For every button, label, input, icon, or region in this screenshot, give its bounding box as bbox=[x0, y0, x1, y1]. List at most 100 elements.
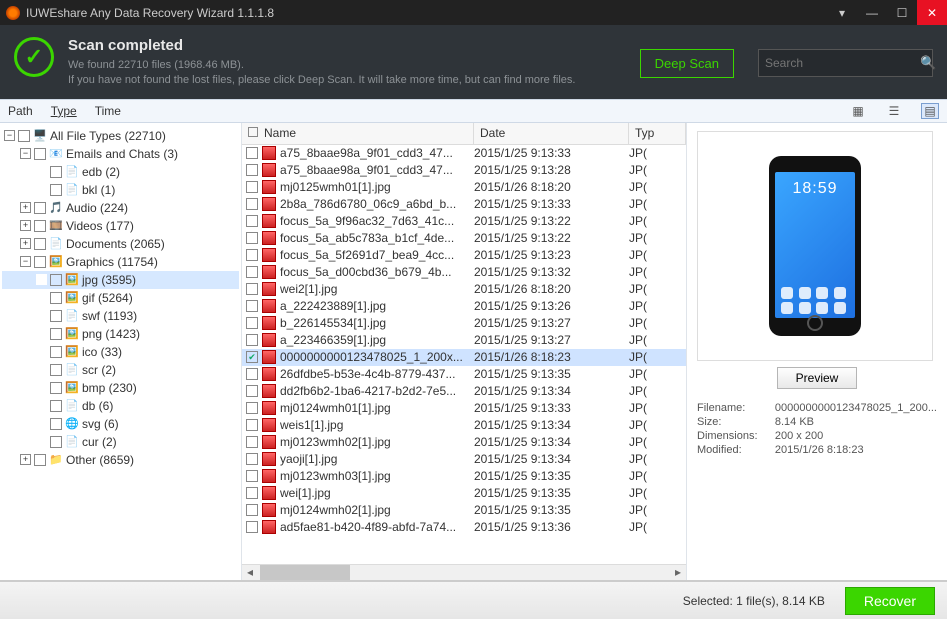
row-checkbox[interactable] bbox=[246, 215, 258, 227]
row-checkbox[interactable] bbox=[246, 198, 258, 210]
row-checkbox[interactable]: ✔ bbox=[246, 351, 258, 363]
file-row[interactable]: weis1[1].jpg2015/1/25 9:13:34JP( bbox=[242, 417, 686, 434]
file-icon bbox=[262, 418, 276, 432]
file-row[interactable]: yaoji[1].jpg2015/1/25 9:13:34JP( bbox=[242, 451, 686, 468]
row-checkbox[interactable] bbox=[246, 402, 258, 414]
folder-tree[interactable]: −🖥️All File Types (22710) −📧Emails and C… bbox=[0, 123, 242, 580]
file-type: JP( bbox=[629, 384, 686, 398]
tree-ico[interactable]: 🖼️ico (33) bbox=[2, 343, 239, 361]
sort-type[interactable]: Type bbox=[51, 104, 77, 118]
row-checkbox[interactable] bbox=[246, 334, 258, 346]
deep-scan-button[interactable]: Deep Scan bbox=[640, 49, 734, 78]
file-row[interactable]: 26dfdbe5-b53e-4c4b-8779-437...2015/1/25 … bbox=[242, 366, 686, 383]
file-row[interactable]: mj0123wmh03[1].jpg2015/1/25 9:13:35JP( bbox=[242, 468, 686, 485]
selected-text: Selected: 1 file(s), 8.14 KB bbox=[683, 594, 825, 608]
file-row[interactable]: 2b8a_786d6780_06c9_a6bd_b...2015/1/25 9:… bbox=[242, 196, 686, 213]
col-type[interactable]: Typ bbox=[629, 123, 686, 144]
recover-button[interactable]: Recover bbox=[845, 587, 935, 615]
file-row[interactable]: dd2fb6b2-1ba6-4217-b2d2-7e5...2015/1/25 … bbox=[242, 383, 686, 400]
file-date: 2015/1/25 9:13:35 bbox=[474, 503, 629, 517]
file-row[interactable]: wei2[1].jpg2015/1/26 8:18:20JP( bbox=[242, 281, 686, 298]
tree-graphics[interactable]: −🖼️Graphics (11754) bbox=[2, 253, 239, 271]
row-checkbox[interactable] bbox=[246, 181, 258, 193]
file-icon bbox=[262, 350, 276, 364]
row-checkbox[interactable] bbox=[246, 419, 258, 431]
row-checkbox[interactable] bbox=[246, 147, 258, 159]
tree-bmp[interactable]: 🖼️bmp (230) bbox=[2, 379, 239, 397]
tree-emails[interactable]: −📧Emails and Chats (3) bbox=[2, 145, 239, 163]
row-checkbox[interactable] bbox=[246, 232, 258, 244]
scan-message: Scan completed We found 22710 files (196… bbox=[68, 37, 626, 89]
file-row[interactable]: ✔0000000000123478025_1_200x...2015/1/26 … bbox=[242, 349, 686, 366]
search-icon[interactable]: 🔍 bbox=[920, 55, 936, 71]
file-row[interactable]: a75_8baae98a_9f01_cdd3_47...2015/1/25 9:… bbox=[242, 162, 686, 179]
tree-edb[interactable]: 📄edb (2) bbox=[2, 163, 239, 181]
file-row[interactable]: focus_5a_ab5c783a_b1cf_4de...2015/1/25 9… bbox=[242, 230, 686, 247]
view-list-icon[interactable]: ☰ bbox=[885, 103, 903, 119]
tree-all[interactable]: −🖥️All File Types (22710) bbox=[2, 127, 239, 145]
row-checkbox[interactable] bbox=[246, 470, 258, 482]
file-icon bbox=[262, 180, 276, 194]
tree-gif[interactable]: 🖼️gif (5264) bbox=[2, 289, 239, 307]
preview-button[interactable]: Preview bbox=[777, 367, 857, 389]
info-mod: 2015/1/26 8:18:23 bbox=[775, 443, 937, 457]
file-row[interactable]: ad5fae81-b420-4f89-abfd-7a74...2015/1/25… bbox=[242, 519, 686, 536]
file-row[interactable]: mj0124wmh02[1].jpg2015/1/25 9:13:35JP( bbox=[242, 502, 686, 519]
col-name[interactable]: Name bbox=[242, 123, 474, 144]
tree-audio[interactable]: +🎵Audio (224) bbox=[2, 199, 239, 217]
row-checkbox[interactable] bbox=[246, 249, 258, 261]
row-checkbox[interactable] bbox=[246, 453, 258, 465]
file-row[interactable]: mj0125wmh01[1].jpg2015/1/26 8:18:20JP( bbox=[242, 179, 686, 196]
file-row[interactable]: a_222423889[1].jpg2015/1/25 9:13:26JP( bbox=[242, 298, 686, 315]
close-button[interactable]: ✕ bbox=[917, 0, 947, 25]
file-row[interactable]: a_223466359[1].jpg2015/1/25 9:13:27JP( bbox=[242, 332, 686, 349]
file-row[interactable]: a75_8baae98a_9f01_cdd3_47...2015/1/25 9:… bbox=[242, 145, 686, 162]
file-row[interactable]: mj0124wmh01[1].jpg2015/1/25 9:13:33JP( bbox=[242, 400, 686, 417]
row-checkbox[interactable] bbox=[246, 487, 258, 499]
tree-cur[interactable]: 📄cur (2) bbox=[2, 433, 239, 451]
file-type: JP( bbox=[629, 367, 686, 381]
col-date[interactable]: Date bbox=[474, 123, 629, 144]
file-rows[interactable]: a75_8baae98a_9f01_cdd3_47...2015/1/25 9:… bbox=[242, 145, 686, 564]
tree-bkl[interactable]: 📄bkl (1) bbox=[2, 181, 239, 199]
tree-swf[interactable]: 📄swf (1193) bbox=[2, 307, 239, 325]
file-name: dd2fb6b2-1ba6-4217-b2d2-7e5... bbox=[280, 384, 474, 398]
row-checkbox[interactable] bbox=[246, 521, 258, 533]
tree-jpg[interactable]: 🖼️jpg (3595) bbox=[2, 271, 239, 289]
file-row[interactable]: focus_5a_5f2691d7_bea9_4cc...2015/1/25 9… bbox=[242, 247, 686, 264]
tree-db[interactable]: 📄db (6) bbox=[2, 397, 239, 415]
sort-path[interactable]: Path bbox=[8, 104, 33, 118]
tree-png[interactable]: 🖼️png (1423) bbox=[2, 325, 239, 343]
row-checkbox[interactable] bbox=[246, 266, 258, 278]
row-checkbox[interactable] bbox=[246, 283, 258, 295]
file-date: 2015/1/25 9:13:22 bbox=[474, 214, 629, 228]
tree-documents[interactable]: +📄Documents (2065) bbox=[2, 235, 239, 253]
sort-time[interactable]: Time bbox=[95, 104, 121, 118]
row-checkbox[interactable] bbox=[246, 164, 258, 176]
row-checkbox[interactable] bbox=[246, 504, 258, 516]
file-row[interactable]: b_226145534[1].jpg2015/1/25 9:13:27JP( bbox=[242, 315, 686, 332]
file-type: JP( bbox=[629, 231, 686, 245]
tree-scr[interactable]: 📄scr (2) bbox=[2, 361, 239, 379]
minimize-button[interactable]: — bbox=[857, 0, 887, 25]
row-checkbox[interactable] bbox=[246, 436, 258, 448]
file-type: JP( bbox=[629, 197, 686, 211]
search-input[interactable] bbox=[765, 56, 920, 70]
h-scrollbar[interactable]: ◂▸ bbox=[242, 564, 686, 580]
row-checkbox[interactable] bbox=[246, 300, 258, 312]
row-checkbox[interactable] bbox=[246, 368, 258, 380]
tree-videos[interactable]: +🎞️Videos (177) bbox=[2, 217, 239, 235]
tree-svg[interactable]: 🌐svg (6) bbox=[2, 415, 239, 433]
row-checkbox[interactable] bbox=[246, 317, 258, 329]
file-row[interactable]: wei[1].jpg2015/1/25 9:13:35JP( bbox=[242, 485, 686, 502]
settings-button[interactable]: ▾ bbox=[827, 0, 857, 25]
row-checkbox[interactable] bbox=[246, 385, 258, 397]
tree-other[interactable]: +📁Other (8659) bbox=[2, 451, 239, 469]
file-row[interactable]: focus_5a_9f96ac32_7d63_41c...2015/1/25 9… bbox=[242, 213, 686, 230]
file-row[interactable]: mj0123wmh02[1].jpg2015/1/25 9:13:34JP( bbox=[242, 434, 686, 451]
view-grid-icon[interactable]: ▦ bbox=[849, 103, 867, 119]
maximize-button[interactable]: ☐ bbox=[887, 0, 917, 25]
file-row[interactable]: focus_5a_d00cbd36_b679_4b...2015/1/25 9:… bbox=[242, 264, 686, 281]
search-box[interactable]: 🔍 bbox=[758, 49, 933, 77]
view-detail-icon[interactable]: ▤ bbox=[921, 103, 939, 119]
